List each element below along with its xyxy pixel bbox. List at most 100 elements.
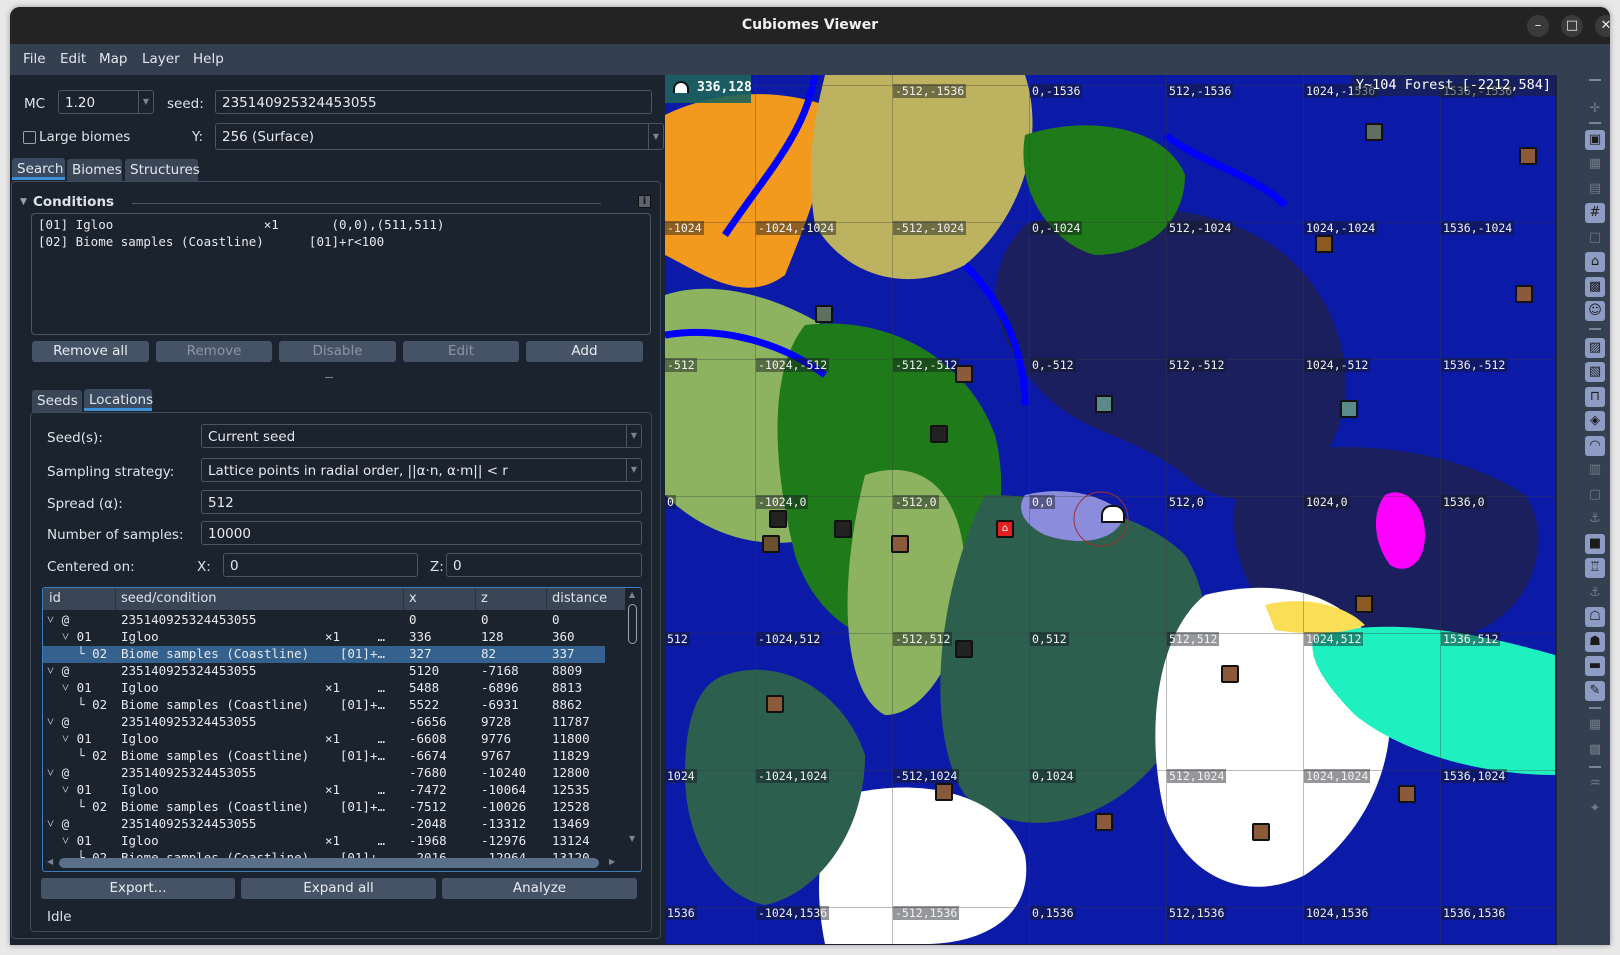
collapse-icon[interactable]: ▼ — [20, 197, 27, 207]
maximize-button[interactable]: □ — [1561, 15, 1583, 37]
results-tree[interactable]: id seed/condition x z distance ˅ @ 235140… — [42, 587, 642, 872]
end-gateway-toggle[interactable]: ✦ — [1585, 799, 1605, 819]
table-row[interactable]: ˅ 01 Igloo ×1 … -1968 -12976 13124 — [43, 833, 605, 850]
center-x-input[interactable]: 0 — [223, 553, 418, 577]
map-view[interactable]: -1024,-1024 -1024,-512 -1024,0 -1024,512 -10… — [665, 75, 1555, 944]
scroll-thumb[interactable] — [628, 604, 637, 644]
outpost-toggle[interactable]: ▢ — [1585, 485, 1605, 505]
seeds-select[interactable]: Current seed ▼ — [201, 424, 642, 448]
biome-layer-toggle[interactable]: ▣ — [1585, 129, 1605, 150]
shipwreck-toggle[interactable]: ⚓ — [1585, 583, 1605, 603]
village-toggle[interactable]: ⌂ — [1585, 252, 1605, 272]
tab-structures[interactable]: Structures — [125, 159, 200, 181]
grid-toggle[interactable]: # — [1585, 203, 1605, 223]
igloo-marker[interactable] — [1101, 505, 1125, 523]
trail-ruins-marker[interactable] — [762, 535, 780, 553]
bastion-toggle[interactable]: ▩ — [1585, 740, 1605, 760]
scroll-right-icon[interactable]: ▶ — [609, 857, 615, 866]
condition-item[interactable]: [01] Igloo ×1 (0,0),(511,511) — [38, 217, 444, 234]
villager-marker[interactable] — [955, 365, 973, 383]
ancient-city-toggle[interactable]: ☗ — [1585, 631, 1605, 652]
desert-pyramid-toggle[interactable]: ▨ — [1585, 337, 1605, 358]
ruined-portal-toggle[interactable]: ♖ — [1585, 558, 1605, 578]
end-city-toggle[interactable]: ♒ — [1585, 774, 1605, 794]
villager-marker[interactable] — [1515, 285, 1533, 303]
villager-marker[interactable] — [1398, 785, 1416, 803]
villager-marker[interactable] — [1519, 147, 1537, 165]
seed-input[interactable]: 235140925324453055 — [215, 90, 652, 114]
info-icon[interactable]: i — [638, 195, 651, 208]
center-z-input[interactable]: 0 — [446, 553, 642, 577]
analyze-button[interactable]: Analyze — [442, 878, 637, 899]
table-row[interactable]: ˅ 01 Igloo ×1 … 5488 -6896 8813 — [43, 680, 605, 697]
table-row[interactable]: ˅ 01 Igloo ×1 … -7472 -10064 12535 — [43, 782, 605, 799]
menu-file[interactable]: File — [23, 51, 46, 67]
tab-seeds[interactable]: Seeds — [32, 390, 82, 412]
table-row[interactable]: └ 02 Biome samples (Coastline) [01]+… 327 82… — [43, 646, 605, 663]
ancient-city-marker[interactable] — [955, 640, 973, 658]
ancient-city-marker[interactable] — [930, 425, 948, 443]
villager-marker[interactable] — [766, 695, 784, 713]
disable-button[interactable]: Disable — [279, 341, 396, 362]
y-level-select[interactable]: 256 (Surface) ▼ — [215, 123, 664, 150]
scroll-up-icon[interactable]: ▲ — [629, 590, 635, 599]
stronghold-toggle[interactable]: ▩ — [1585, 276, 1605, 297]
expand-all-button[interactable]: Expand all — [241, 878, 436, 899]
villager-marker[interactable] — [935, 783, 953, 801]
menu-map[interactable]: Map — [99, 51, 128, 67]
edit-button[interactable]: Edit — [403, 341, 519, 362]
fortress-toggle[interactable]: ▦ — [1585, 715, 1605, 735]
column-seed-condition[interactable]: seed/condition — [121, 591, 217, 606]
village-marker[interactable]: ⌂ — [996, 520, 1014, 538]
height-layer-toggle[interactable]: ▤ — [1585, 179, 1605, 199]
menu-edit[interactable]: Edit — [60, 51, 86, 67]
table-row[interactable]: └ 02 Biome samples (Coastline) [01]+… 5522 -… — [43, 697, 605, 714]
column-distance[interactable]: distance — [552, 591, 607, 606]
ocean-monument-marker[interactable] — [1340, 400, 1358, 418]
treasure-marker[interactable] — [1315, 235, 1333, 253]
mc-version-select[interactable]: 1.20 ▼ — [58, 90, 154, 114]
table-row[interactable]: ˅ 01 Igloo ×1 … -6608 9776 11800 — [43, 731, 605, 748]
scroll-down-icon[interactable]: ▼ — [629, 834, 635, 843]
menu-layer[interactable]: Layer — [142, 51, 180, 67]
remove-all-button[interactable]: Remove all — [32, 341, 149, 362]
ocean-monument-toggle[interactable]: ◈ — [1585, 411, 1605, 431]
minimize-button[interactable]: – — [1527, 15, 1549, 37]
table-row[interactable]: ˅ @ 235140925324453055 5120 -7168 8809 — [43, 663, 605, 680]
tab-locations[interactable]: Locations — [84, 389, 153, 411]
menu-help[interactable]: Help — [193, 51, 224, 67]
ancient-city-marker[interactable] — [769, 510, 787, 528]
noise-layer-toggle[interactable]: ▦ — [1585, 154, 1605, 174]
toolbar-grip[interactable] — [1589, 79, 1601, 81]
swamp-hut-toggle[interactable]: ⊓ — [1585, 386, 1605, 407]
column-x[interactable]: x — [409, 591, 417, 606]
igloo-toggle[interactable]: ◠ — [1585, 435, 1605, 456]
splitter-handle[interactable] — [325, 377, 333, 378]
brush-toggle[interactable]: ✎ — [1585, 680, 1605, 701]
tab-search[interactable]: Search — [12, 158, 65, 180]
conditions-list[interactable]: [01] Igloo ×1 (0,0),(511,511) [02] Biome… — [31, 213, 651, 335]
table-row[interactable]: └ 02 Biome samples (Coastline) [01]+… -6674… — [43, 748, 605, 765]
villager-marker[interactable] — [1095, 813, 1113, 831]
column-id[interactable]: id — [49, 591, 61, 606]
export-button[interactable]: Export... — [41, 878, 235, 899]
add-button[interactable]: Add — [526, 341, 643, 362]
villager-marker[interactable] — [1252, 823, 1270, 841]
mansion-toggle[interactable]: ▥ — [1585, 460, 1605, 480]
horizontal-scrollbar[interactable]: ◀ ▶ — [47, 857, 627, 869]
stronghold-marker[interactable] — [1365, 123, 1383, 141]
villager-marker[interactable] — [1221, 665, 1239, 683]
stronghold-marker[interactable] — [815, 305, 833, 323]
hscroll-thumb[interactable] — [59, 858, 599, 868]
column-z[interactable]: z — [481, 591, 488, 606]
villager-marker[interactable] — [891, 535, 909, 553]
crosshair-toggle[interactable]: ✛ — [1585, 99, 1605, 119]
condition-item[interactable]: [02] Biome samples (Coastline) [01]+r<10… — [38, 234, 384, 251]
ancient-city-marker[interactable] — [834, 520, 852, 538]
slime-chunk-toggle[interactable]: □ — [1585, 228, 1605, 248]
treasure-toggle[interactable]: ■ — [1585, 533, 1605, 554]
portal-toggle[interactable]: ▬ — [1585, 656, 1605, 676]
table-row[interactable]: ˅ @ 235140925324453055 -7680 -10240 12800 — [43, 765, 605, 782]
ocean-monument-marker[interactable] — [1095, 395, 1113, 413]
vertical-scrollbar[interactable]: ▲ ▼ — [627, 590, 639, 846]
